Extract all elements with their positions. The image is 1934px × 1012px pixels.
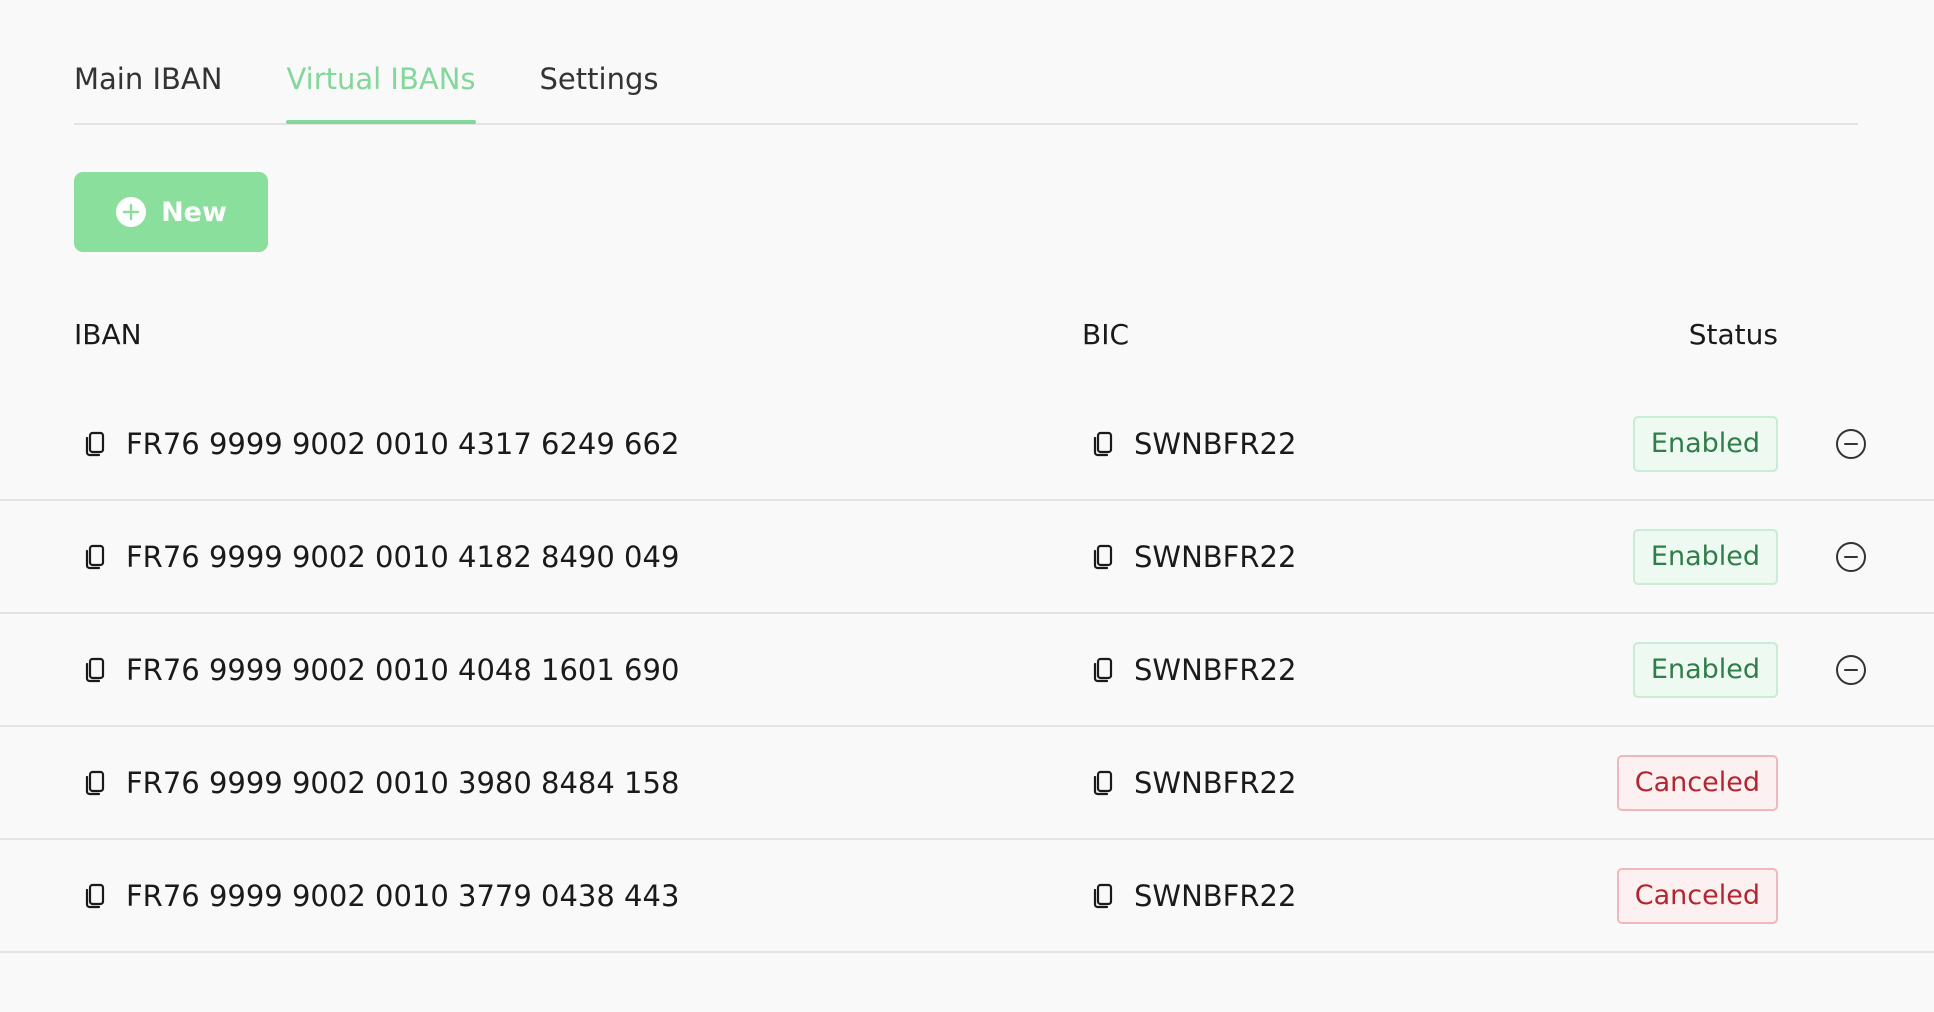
remove-circle-icon[interactable] xyxy=(1835,428,1867,460)
bic-cell: SWNBFR22 xyxy=(1092,388,1296,499)
remove-circle-icon[interactable] xyxy=(1835,541,1867,573)
copy-icon[interactable] xyxy=(1092,431,1114,457)
bic-cell: SWNBFR22 xyxy=(1092,501,1296,612)
status-cell: Enabled xyxy=(1632,388,1778,499)
tab-main-iban[interactable]: Main IBAN xyxy=(74,52,222,121)
iban-table-body: FR76 9999 9002 0010 4317 6249 662 SWNBFR2… xyxy=(0,388,1934,953)
column-header-bic: BIC xyxy=(1082,318,1130,351)
column-header-status: Status xyxy=(1688,318,1778,351)
table-row: FR76 9999 9002 0010 3779 0438 443 SWNBFR2… xyxy=(0,840,1934,953)
tab-settings[interactable]: Settings xyxy=(540,52,659,121)
table-row: FR76 9999 9002 0010 3980 8484 158 SWNBFR2… xyxy=(0,727,1934,840)
status-cell: Enabled xyxy=(1632,501,1778,612)
action-cell xyxy=(1834,501,1868,612)
copy-icon[interactable] xyxy=(1092,770,1114,796)
iban-cell: FR76 9999 9002 0010 3980 8484 158 xyxy=(84,727,679,838)
table-row: FR76 9999 9002 0010 4317 6249 662 SWNBFR2… xyxy=(0,388,1934,501)
tab-bar: Main IBAN Virtual IBANs Settings xyxy=(74,52,1858,125)
copy-icon[interactable] xyxy=(84,770,106,796)
iban-cell: FR76 9999 9002 0010 4317 6249 662 xyxy=(84,388,679,499)
table-header: IBAN BIC Status xyxy=(0,318,1934,362)
iban-cell: FR76 9999 9002 0010 4182 8490 049 xyxy=(84,501,679,612)
bic-value: SWNBFR22 xyxy=(1134,539,1297,574)
copy-icon[interactable] xyxy=(1092,883,1114,909)
status-badge: Enabled xyxy=(1632,415,1778,472)
action-cell xyxy=(1834,388,1868,499)
plus-circle-icon xyxy=(115,196,147,228)
bic-value: SWNBFR22 xyxy=(1134,765,1297,800)
copy-icon[interactable] xyxy=(1092,657,1114,683)
copy-icon[interactable] xyxy=(84,544,106,570)
status-badge: Canceled xyxy=(1616,867,1778,924)
new-button[interactable]: New xyxy=(74,172,268,252)
table-row: FR76 9999 9002 0010 4182 8490 049 SWNBFR2… xyxy=(0,501,1934,614)
iban-cell: FR76 9999 9002 0010 3779 0438 443 xyxy=(84,840,679,951)
tab-virtual-ibans[interactable]: Virtual IBANs xyxy=(286,52,476,124)
copy-icon[interactable] xyxy=(1092,544,1114,570)
new-button-label: New xyxy=(161,196,227,228)
status-badge: Canceled xyxy=(1616,754,1778,811)
copy-icon[interactable] xyxy=(84,883,106,909)
bic-cell: SWNBFR22 xyxy=(1092,840,1296,951)
iban-value: FR76 9999 9002 0010 4048 1601 690 xyxy=(126,652,680,687)
action-cell xyxy=(1834,614,1868,725)
status-cell: Canceled xyxy=(1616,727,1778,838)
bic-value: SWNBFR22 xyxy=(1134,878,1297,913)
status-badge: Enabled xyxy=(1632,641,1778,698)
status-cell: Enabled xyxy=(1632,614,1778,725)
iban-value: FR76 9999 9002 0010 4317 6249 662 xyxy=(126,426,680,461)
bic-cell: SWNBFR22 xyxy=(1092,614,1296,725)
iban-cell: FR76 9999 9002 0010 4048 1601 690 xyxy=(84,614,679,725)
table-row: FR76 9999 9002 0010 4048 1601 690 SWNBFR2… xyxy=(0,614,1934,727)
status-cell: Canceled xyxy=(1616,840,1778,951)
remove-circle-icon[interactable] xyxy=(1835,654,1867,686)
bic-value: SWNBFR22 xyxy=(1134,652,1297,687)
iban-value: FR76 9999 9002 0010 4182 8490 049 xyxy=(126,539,680,574)
copy-icon[interactable] xyxy=(84,657,106,683)
bic-cell: SWNBFR22 xyxy=(1092,727,1296,838)
iban-value: FR76 9999 9002 0010 3980 8484 158 xyxy=(126,765,680,800)
status-badge: Enabled xyxy=(1632,528,1778,585)
column-header-iban: IBAN xyxy=(74,318,142,351)
copy-icon[interactable] xyxy=(84,431,106,457)
iban-value: FR76 9999 9002 0010 3779 0438 443 xyxy=(126,878,680,913)
bic-value: SWNBFR22 xyxy=(1134,426,1297,461)
